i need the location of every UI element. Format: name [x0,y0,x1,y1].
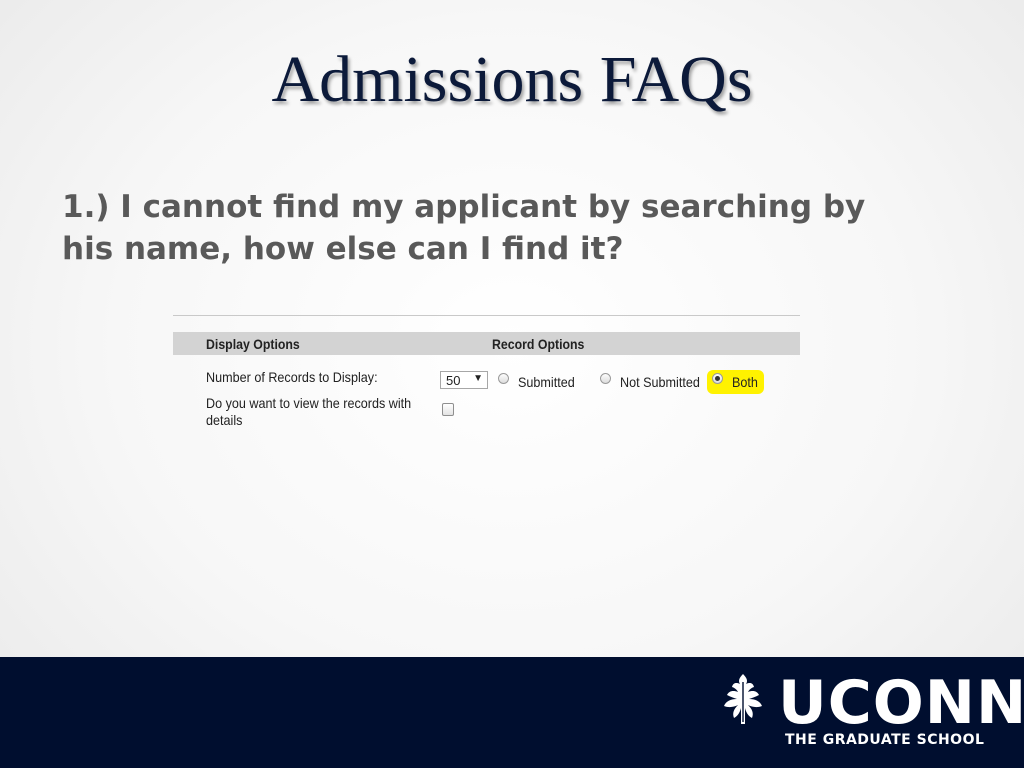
records-count-value: 50 [446,373,461,388]
slide-title: Admissions FAQs [271,43,753,116]
record-options-header: Record Options [492,336,585,352]
records-count-select[interactable]: 50 ▼ [440,371,488,389]
both-radio[interactable] [712,373,723,384]
options-header-bar: Display Options Record Options [173,332,800,355]
not-submitted-radio-label: Not Submitted [620,374,700,390]
divider-line [173,315,800,316]
faq-question: 1.) I cannot find my applicant by search… [62,189,866,267]
view-details-checkbox[interactable] [442,403,454,416]
not-submitted-radio[interactable] [600,373,611,384]
submitted-radio[interactable] [498,373,509,384]
details-label-line2: details [206,412,243,428]
graduate-school-subtitle: THE GRADUATE SCHOOL [785,732,985,748]
record-options-screenshot: Display Options Record Options Number of… [173,315,800,445]
display-options-header: Display Options [206,336,300,352]
both-radio-label: Both [732,374,758,390]
records-to-display-label: Number of Records to Display: [206,369,378,385]
submitted-radio-label: Submitted [518,374,575,390]
uconn-logo-text: UCONN [778,668,1024,738]
oak-leaf-icon [724,674,762,724]
dropdown-arrow-icon: ▼ [473,373,483,384]
details-label-line1: Do you want to view the records with [206,395,412,411]
